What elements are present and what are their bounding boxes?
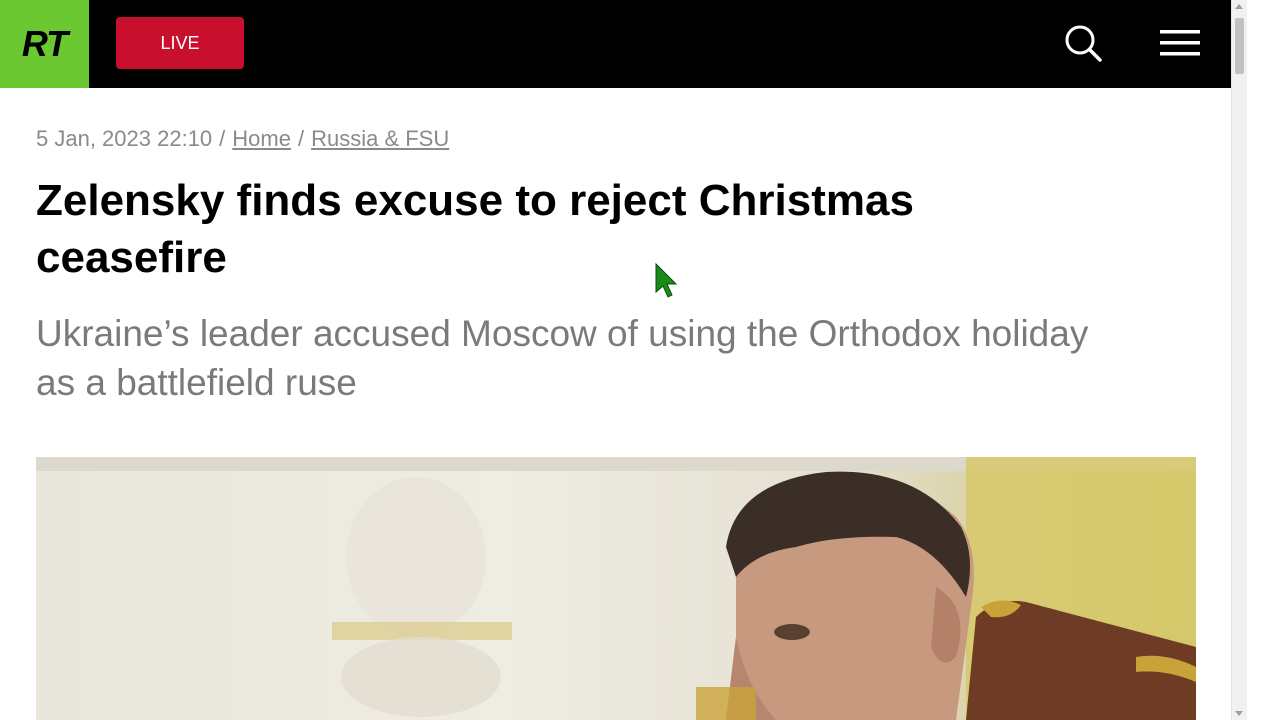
breadcrumb-home-link[interactable]: Home — [232, 126, 291, 151]
mouse-cursor-icon — [655, 262, 678, 298]
article-lead-photo — [36, 457, 1196, 720]
breadcrumb-russia-fsu-link[interactable]: Russia & FSU — [311, 126, 449, 151]
article-date: 5 Jan, 2023 22:10 — [36, 126, 213, 151]
scroll-down-arrow-icon[interactable] — [1235, 711, 1243, 716]
article-title: Zelensky finds excuse to reject Christma… — [36, 176, 914, 282]
scroll-up-arrow-icon[interactable] — [1235, 4, 1243, 9]
rt-logo[interactable]: RT — [0, 0, 89, 88]
breadcrumb-separator: / — [297, 126, 305, 151]
live-button[interactable]: LIVE — [116, 17, 244, 69]
search-icon — [1065, 25, 1102, 62]
search-button[interactable] — [1062, 22, 1104, 64]
breadcrumb-separator: / — [219, 126, 226, 151]
logo-text: RT — [21, 23, 68, 64]
scrollbar-thumb[interactable] — [1235, 18, 1244, 74]
article-summary: Ukraine’s leader accused Moscow of using… — [36, 313, 1089, 403]
menu-button[interactable] — [1157, 24, 1203, 62]
window-gutter — [1247, 0, 1280, 720]
article-meta: 5 Jan, 2023 22:10/Home / Russia & FSU — [36, 126, 449, 152]
vertical-scrollbar[interactable] — [1231, 0, 1247, 720]
photo-illustration — [36, 457, 1196, 720]
hamburger-menu-icon — [1160, 30, 1200, 56]
top-navigation-bar: RT LIVE — [0, 0, 1231, 88]
